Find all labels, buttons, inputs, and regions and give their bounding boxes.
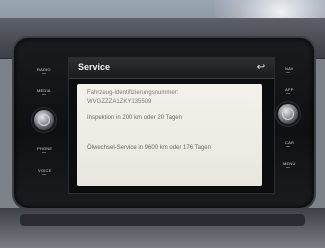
voice-led [42, 174, 46, 175]
app-button[interactable]: APP [285, 87, 294, 92]
volume-knob[interactable] [34, 110, 54, 130]
media-button[interactable]: MEDIA [37, 88, 51, 93]
inspection-due: Inspektion in 200 km oder 20 Tagen [87, 115, 182, 121]
voice-button[interactable]: VOICE [38, 168, 51, 173]
tune-knob[interactable] [278, 104, 298, 124]
air-vent [20, 214, 305, 226]
knob-ring [282, 108, 294, 120]
media-led [42, 94, 46, 95]
car-led [286, 146, 290, 147]
service-info-panel: Fahrzeug-Identifizierungsnummer: WVGZZZA… [77, 84, 262, 186]
page-title: Service [78, 62, 111, 72]
radio-button[interactable]: RADIO [37, 67, 51, 72]
car-button[interactable]: CAR [285, 140, 294, 145]
vin-value: WVGZZZA1ZKY135509 [87, 99, 152, 105]
radio-led [42, 73, 46, 74]
title-bar: Service ↩ [69, 58, 274, 79]
knob-ring [38, 114, 50, 126]
nav-button[interactable]: NAV [285, 66, 294, 71]
app-led [286, 93, 290, 94]
oil-service-due: Ölwechsel-Service in 9600 km oder 176 Ta… [87, 145, 211, 151]
menu-button[interactable]: MENU [283, 161, 296, 166]
phone-button[interactable]: PHONE [37, 146, 52, 151]
vin-label: Fahrzeug-Identifizierungsnummer: [87, 90, 179, 96]
menu-led [286, 167, 290, 168]
phone-led [42, 152, 46, 153]
display-screen: Service ↩ Fahrzeug-Identifizierungsnumme… [68, 57, 275, 194]
nav-led [286, 72, 290, 73]
back-arrow-icon[interactable]: ↩ [255, 62, 267, 73]
